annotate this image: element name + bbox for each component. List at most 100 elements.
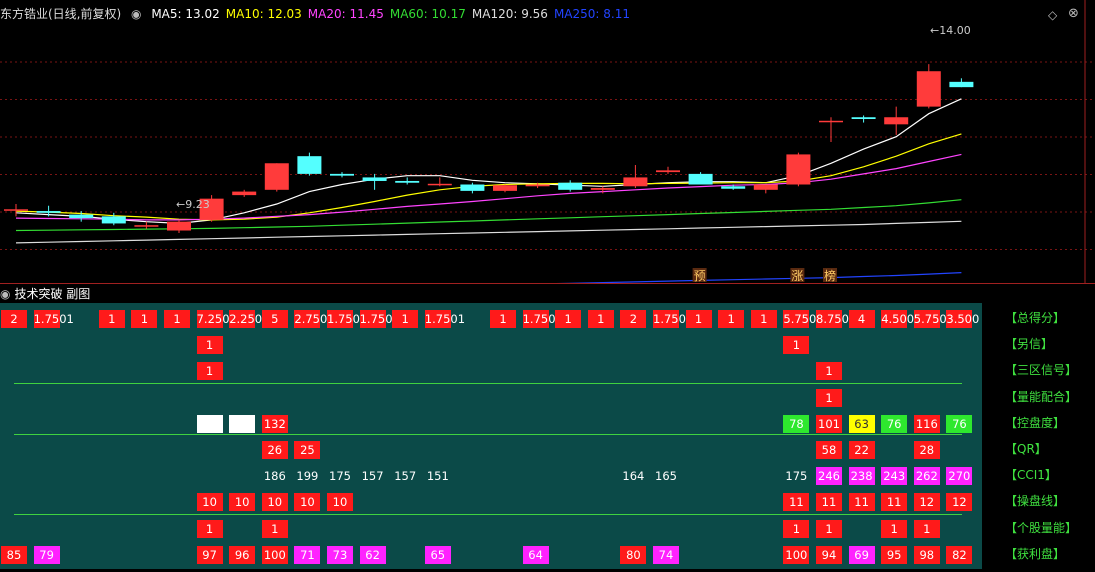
- indicator-labels: 【总得分】 【另信】 【三区信号】 【量能配合】 【控盘度】 【QR】 【CCI1】 【操盘线…: [1005, 303, 1095, 569]
- close-icon[interactable]: ⊗: [1068, 6, 1079, 21]
- indicator-row-label: 【获利盘】: [1005, 546, 1066, 561]
- candle-body: [819, 120, 843, 123]
- indicator-cell: 262: [913, 467, 940, 486]
- indicator-cell: 1.750: [359, 310, 393, 328]
- indicator-cell: 1.750: [522, 310, 556, 328]
- candle-body: [69, 214, 94, 219]
- indicator-cell: 64: [522, 545, 549, 564]
- indicator-cell: 1: [392, 310, 419, 328]
- candle-body: [656, 170, 680, 173]
- ma-line-ma250: [556, 272, 962, 283]
- indicator-cell: 1.7501: [424, 310, 466, 328]
- candle-body: [36, 211, 61, 213]
- indicator-cell: 7.250: [196, 310, 230, 328]
- indicator-cell: 65: [424, 545, 451, 564]
- indicator-cell: 100: [783, 545, 810, 564]
- indicator-cell: 1: [816, 519, 842, 538]
- indicator-cell: 1: [816, 388, 842, 407]
- collapse-icon[interactable]: ◉: [131, 7, 141, 21]
- indicator-cell: 1: [750, 310, 777, 328]
- candle-body: [623, 177, 648, 187]
- ma-legend-item: MA20: 11.45: [307, 7, 384, 21]
- candlestick-chart[interactable]: ←9.23 ←14.00 预 涨 榜: [0, 0, 1095, 283]
- indicator-row-label: 【个股量能】: [1005, 520, 1078, 535]
- indicator-cell: 95: [881, 545, 908, 564]
- candle-body: [786, 154, 811, 185]
- indicator-cell: 1: [718, 310, 745, 328]
- indicator-row-label: 【操盘线】: [1005, 494, 1066, 509]
- candle-body: [395, 180, 420, 183]
- ma-legend-item: MA60: 10.17: [389, 7, 466, 21]
- low-price-label: ←9.23: [176, 198, 210, 211]
- indicator-cell: 11: [783, 493, 810, 512]
- indicator-cell: 2: [1, 310, 27, 328]
- signal-marker: 涨: [791, 268, 803, 283]
- indicator-cell: 76: [946, 414, 973, 433]
- indicator-cell: 26: [261, 441, 288, 459]
- indicator-cell: 151: [426, 469, 449, 484]
- indicator-cell: 199: [296, 469, 319, 484]
- candle-body: [297, 156, 322, 174]
- indicator-cell: 76: [881, 414, 908, 433]
- sub-collapse-icon[interactable]: ◉: [0, 287, 10, 301]
- candle-body: [721, 186, 746, 189]
- indicator-cell: 5: [261, 310, 288, 328]
- indicator-cell: 164: [622, 469, 645, 484]
- candle-body: [851, 117, 876, 120]
- indicator-cell: 80: [620, 545, 647, 564]
- indicator-cell: 157: [394, 469, 417, 484]
- main-chart-header: 东方锆业(日线,前复权) ◉ MA5: 13.02 MA10: 12.03 MA20…: [0, 5, 642, 23]
- stock-chart-window: ←9.23 ←14.00 预 涨 榜 东方锆业(日线,前复权) ◉ MA5: 13.02…: [0, 0, 1095, 572]
- indicator-cell: 1.7501: [33, 310, 74, 328]
- indicator-cell: 1: [196, 519, 223, 538]
- indicator-row-label: 【CCI1】: [1005, 468, 1057, 483]
- indicator-cell: 71: [294, 545, 321, 564]
- indicator-cell: 5.750: [783, 310, 817, 328]
- candle-body: [525, 184, 550, 187]
- diamond-icon[interactable]: ◇: [1048, 8, 1057, 22]
- sub-chart-header: ◉ 技术突破 副图: [0, 285, 90, 301]
- indicator-cell: [229, 414, 256, 433]
- indicator-cell: 1: [685, 310, 712, 328]
- indicator-cell: 4: [848, 310, 875, 328]
- pane-divider: [0, 283, 1095, 284]
- guide-line: [14, 434, 962, 435]
- indicator-cell: 58: [816, 441, 842, 459]
- indicator-cell: 1: [490, 310, 516, 328]
- ma-legend-item: MA10: 12.03: [225, 7, 302, 21]
- indicator-cell: 100: [261, 545, 288, 564]
- indicator-cell: 62: [359, 545, 386, 564]
- indicator-cell: 1: [98, 310, 125, 328]
- indicator-cell: 1: [555, 310, 582, 328]
- candle-body: [493, 185, 517, 191]
- indicator-cell: 63: [848, 414, 875, 433]
- candle-body: [167, 221, 191, 231]
- indicator-cell: 1: [881, 519, 908, 538]
- indicator-cell: 1: [783, 519, 810, 538]
- indicator-cell: 2.750: [294, 310, 328, 328]
- indicator-cell: 246: [816, 467, 842, 486]
- indicator-cell: 1: [816, 362, 842, 381]
- candle-body: [688, 173, 713, 185]
- indicator-cell: 12: [946, 493, 973, 512]
- indicator-cell: 8.750: [816, 310, 849, 328]
- indicator-cell: 2: [620, 310, 647, 328]
- sub-chart-title: 技术突破 副图: [14, 287, 91, 301]
- indicator-cell: 5.750: [913, 310, 947, 328]
- candle-body: [590, 188, 615, 190]
- indicator-cell: 11: [848, 493, 875, 512]
- indicator-row-label: 【控盘度】: [1005, 415, 1066, 430]
- ma-legend: MA5: 13.02 MA10: 12.03 MA20: 11.45 MA60: 10…: [151, 7, 636, 21]
- indicator-cell: 11: [816, 493, 842, 512]
- indicator-cell: 1.750: [327, 310, 360, 328]
- ma-legend-item: MA120: 9.56: [471, 7, 548, 21]
- indicator-cell: 1: [196, 336, 223, 355]
- indicator-cell: 165: [655, 469, 677, 484]
- indicator-cell: 10: [196, 493, 223, 512]
- indicator-cell: 1: [164, 310, 190, 328]
- candle-body: [753, 184, 778, 190]
- indicator-cell: 4.500: [881, 310, 915, 328]
- indicator-cell: 175: [329, 469, 351, 484]
- guide-line: [14, 383, 962, 384]
- indicator-cell: 98: [913, 545, 940, 564]
